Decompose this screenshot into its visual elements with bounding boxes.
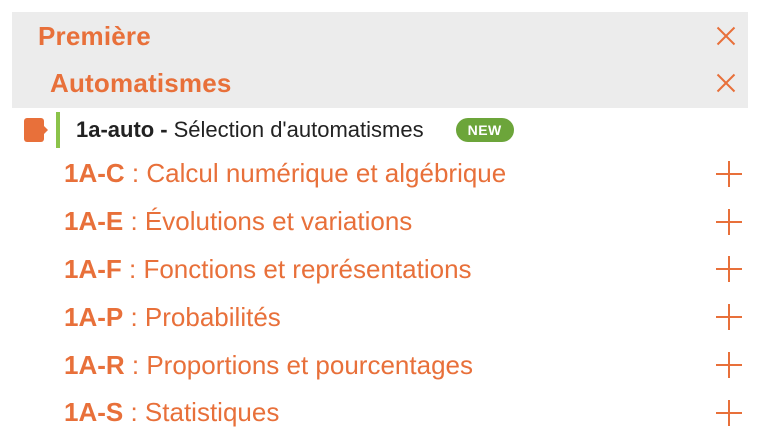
topic-row[interactable]: 1A-E : Évolutions et variations <box>64 198 754 246</box>
topic-link[interactable]: 1A-R : Proportions et pourcentages <box>64 350 473 381</box>
automatism-code: 1a-auto <box>76 117 155 142</box>
level-header-automatismes[interactable]: Automatismes <box>12 58 748 108</box>
automatism-title: Sélection d'automatismes <box>173 117 424 142</box>
plus-icon[interactable] <box>716 160 742 187</box>
topic-link[interactable]: 1A-F : Fonctions et représentations <box>64 254 472 285</box>
topic-link[interactable]: 1A-E : Évolutions et variations <box>64 206 412 237</box>
close-icon[interactable] <box>712 22 740 50</box>
level-header-premiere[interactable]: Première <box>12 12 748 60</box>
plus-icon[interactable] <box>716 399 742 426</box>
level-title-automatismes: Automatismes <box>50 67 232 98</box>
close-icon[interactable] <box>712 69 740 97</box>
topic-code: 1A-E <box>64 206 124 237</box>
topic-row[interactable]: 1A-S : Statistiques <box>64 389 754 437</box>
topic-label: : Probabilités <box>123 301 281 332</box>
topic-code: 1A-P <box>64 301 124 332</box>
topic-link[interactable]: 1A-C : Calcul numérique et algébrique <box>64 158 506 189</box>
tag-icon[interactable] <box>24 118 48 142</box>
topic-code: 1A-S <box>64 397 124 428</box>
topic-label: : Statistiques <box>123 397 280 428</box>
new-badge: NEW <box>455 118 514 142</box>
plus-icon[interactable] <box>716 208 742 235</box>
topic-label: : Fonctions et représentations <box>121 253 472 284</box>
automatism-row[interactable]: 1a-auto - Sélection d'automatismes NEW <box>24 112 724 148</box>
topic-list: 1A-C : Calcul numérique et algébrique 1A… <box>64 150 754 437</box>
topic-row[interactable]: 1A-C : Calcul numérique et algébrique <box>64 150 754 198</box>
topic-label: : Proportions et pourcentages <box>124 349 473 380</box>
topic-code: 1A-F <box>64 253 122 284</box>
plus-icon[interactable] <box>716 352 742 379</box>
topic-row[interactable]: 1A-P : Probabilités <box>64 293 754 341</box>
topic-link[interactable]: 1A-S : Statistiques <box>64 397 279 428</box>
automatism-separator: - <box>160 117 168 142</box>
topic-row[interactable]: 1A-F : Fonctions et représentations <box>64 246 754 294</box>
topic-code: 1A-C <box>64 158 125 189</box>
topic-row[interactable]: 1A-R : Proportions et pourcentages <box>64 341 754 389</box>
topic-label: : Évolutions et variations <box>123 206 413 237</box>
topic-link[interactable]: 1A-P : Probabilités <box>64 302 281 333</box>
level-title-premiere: Première <box>38 20 151 51</box>
selection-indicator <box>56 112 60 148</box>
topic-code: 1A-R <box>64 349 125 380</box>
plus-icon[interactable] <box>716 304 742 331</box>
plus-icon[interactable] <box>716 256 742 283</box>
topic-label: : Calcul numérique et algébrique <box>124 158 507 189</box>
